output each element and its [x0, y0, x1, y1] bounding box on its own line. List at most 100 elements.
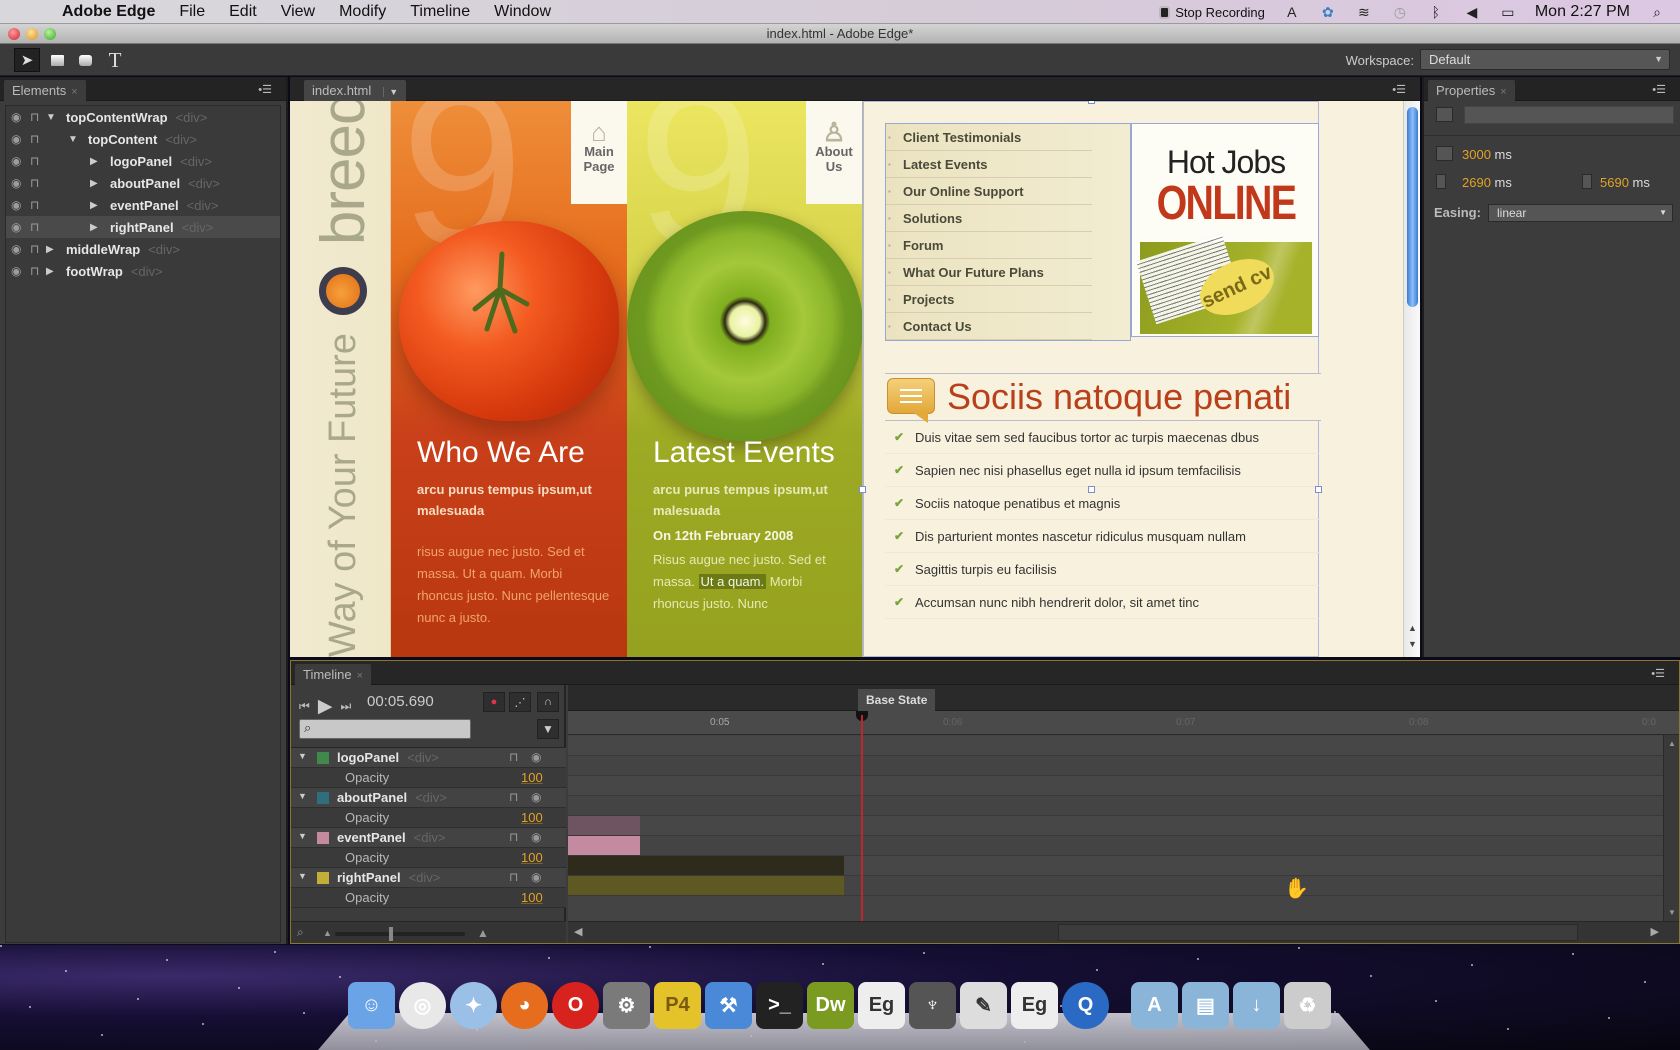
- dock-app-documents-icon[interactable]: ▤: [1182, 982, 1229, 1029]
- dock-app-edge-icon[interactable]: Eg: [1011, 982, 1058, 1029]
- element-row-middleWrap[interactable]: ◉ ⊓ ▶ middleWrap <div>: [6, 238, 280, 260]
- main-page-nav-button[interactable]: ⌂ Main Page: [571, 101, 627, 204]
- time-ruler[interactable]: 0:05 0:06 0:07 0:08 0:0: [568, 711, 1679, 735]
- timeline-vertical-scrollbar[interactable]: ▲ ▼: [1663, 735, 1679, 921]
- expand-right-triangle-icon[interactable]: ▶: [90, 222, 98, 233]
- about-us-nav-button[interactable]: ♙ About Us: [806, 101, 862, 204]
- chevron-down-icon[interactable]: ▼: [383, 87, 399, 97]
- lock-icon[interactable]: ⊓: [509, 750, 518, 764]
- property-value[interactable]: 100: [521, 770, 543, 785]
- property-value[interactable]: 100: [521, 890, 543, 905]
- visibility-eye-icon[interactable]: ◉: [531, 830, 541, 844]
- event-panel[interactable]: 9 ♙ About Us Latest Events arcu purus te…: [627, 101, 863, 657]
- scroll-up-arrow-icon[interactable]: ▲: [1668, 739, 1676, 748]
- opacity-transition-bar[interactable]: [568, 876, 844, 895]
- end-time-value[interactable]: 5690: [1600, 175, 1629, 190]
- lock-icon[interactable]: ⊓: [30, 198, 39, 212]
- timeline-property-row[interactable]: Opacity 100: [291, 848, 566, 868]
- base-state-button[interactable]: Base State: [858, 689, 936, 711]
- scroll-up-arrow-icon[interactable]: ▲: [1408, 623, 1417, 633]
- expand-right-triangle-icon[interactable]: ▶: [46, 244, 54, 255]
- element-row-rightPanel[interactable]: ◉ ⊓ ▶ rightPanel <div>: [6, 216, 280, 238]
- zoom-slider[interactable]: [335, 932, 465, 936]
- menu-file[interactable]: File: [179, 3, 205, 21]
- transition-bar[interactable]: [568, 856, 844, 875]
- timeline-element-row-rightPanel[interactable]: ▼ rightPanel <div> ⊓ ◉: [291, 868, 566, 888]
- stage[interactable]: Way of Your Future breed 9 ⌂ Main Page W…: [290, 101, 1420, 657]
- current-time-display[interactable]: 00:05.690: [367, 693, 434, 710]
- timeline-track[interactable]: [568, 736, 1679, 756]
- adobe-icon[interactable]: A: [1283, 4, 1301, 20]
- timeline-track[interactable]: [568, 856, 1679, 876]
- minimize-window-button[interactable]: [26, 28, 38, 40]
- visibility-eye-icon[interactable]: ◉: [531, 790, 541, 804]
- dock-app-downloads-icon[interactable]: ↓: [1233, 982, 1280, 1029]
- timeline-property-track[interactable]: [568, 876, 1679, 896]
- scroll-left-arrow-icon[interactable]: ◀: [574, 925, 582, 938]
- lock-icon[interactable]: ⊓: [509, 830, 518, 844]
- expand-down-triangle-icon[interactable]: ▼: [298, 831, 307, 841]
- zoom-icon[interactable]: ⌕: [297, 925, 304, 940]
- dock-app-instruments-icon[interactable]: ♆: [909, 982, 956, 1029]
- dock-app-p4-icon[interactable]: P4: [654, 982, 701, 1029]
- expand-down-triangle-icon[interactable]: ▼: [46, 112, 56, 123]
- element-row-eventPanel[interactable]: ◉ ⊓ ▶ eventPanel <div>: [6, 194, 280, 216]
- battery-icon[interactable]: ▭: [1499, 4, 1517, 20]
- close-tab-icon[interactable]: ×: [71, 86, 77, 98]
- dock-app-xcode-icon[interactable]: ⚒: [705, 982, 752, 1029]
- expand-down-triangle-icon[interactable]: ▼: [298, 791, 307, 801]
- text-tool-button[interactable]: T: [102, 48, 128, 72]
- lock-icon[interactable]: ⊓: [30, 242, 39, 256]
- menu-modify[interactable]: Modify: [339, 3, 386, 21]
- element-row-topContent[interactable]: ◉ ⊓ ▼ topContent <div>: [6, 128, 280, 150]
- site-nav-link[interactable]: ▪ Client Testimonials: [886, 124, 1092, 151]
- sync-icon[interactable]: ✿: [1319, 4, 1337, 20]
- timeline-element-row-eventPanel[interactable]: ▼ eventPanel <div> ⊓ ◉: [291, 828, 566, 848]
- resize-handle[interactable]: [1315, 486, 1322, 493]
- dock-app-preview-icon[interactable]: ✎: [960, 982, 1007, 1029]
- visibility-eye-icon[interactable]: ◉: [11, 220, 21, 234]
- site-nav-link[interactable]: ▪ Latest Events: [886, 151, 1092, 178]
- element-row-aboutPanel[interactable]: ◉ ⊓ ▶ aboutPanel <div>: [6, 172, 280, 194]
- spotlight-search-icon[interactable]: ⌕: [1648, 4, 1666, 20]
- lock-icon[interactable]: ⊓: [30, 264, 39, 278]
- panel-menu-icon[interactable]: •☰: [1652, 83, 1666, 96]
- timeline-tracks-area[interactable]: Base State 0:05 0:06 0:07 0:08 0:0 ▲ ▼ ◀…: [568, 685, 1679, 943]
- selection-tool-button[interactable]: ➤: [14, 48, 40, 72]
- visibility-eye-icon[interactable]: ◉: [11, 154, 21, 168]
- scroll-thumb[interactable]: [1058, 924, 1578, 941]
- dock-app-firefox-icon[interactable]: ◕: [501, 982, 548, 1029]
- transition-bar[interactable]: [568, 816, 640, 835]
- dock-app-dreamweaver-icon[interactable]: Dw: [807, 982, 854, 1029]
- menu-app-name[interactable]: Adobe Edge: [62, 3, 155, 21]
- easing-select[interactable]: linear ▼: [1488, 204, 1673, 222]
- visibility-eye-icon[interactable]: ◉: [11, 110, 21, 124]
- timeline-track[interactable]: [568, 776, 1679, 796]
- menu-window[interactable]: Window: [494, 3, 551, 21]
- close-tab-icon[interactable]: ×: [357, 670, 363, 682]
- resize-handle[interactable]: [1088, 486, 1095, 493]
- property-value[interactable]: 100: [521, 810, 543, 825]
- resize-handle[interactable]: [1088, 101, 1095, 104]
- stop-recording-button[interactable]: Stop Recording: [1159, 5, 1265, 20]
- tab-properties[interactable]: Properties ×: [1428, 80, 1515, 101]
- dock-app-quicktime-icon[interactable]: Q: [1062, 982, 1109, 1029]
- menu-view[interactable]: View: [281, 3, 315, 21]
- zoom-slider-handle[interactable]: [389, 927, 393, 941]
- scroll-thumb[interactable]: [1407, 107, 1418, 307]
- timeline-property-row[interactable]: Opacity 100: [291, 808, 566, 828]
- panel-menu-icon[interactable]: •☰: [1392, 83, 1406, 96]
- dock-app-finder-icon[interactable]: ☺: [348, 982, 395, 1029]
- wifi-icon[interactable]: ≋: [1355, 4, 1373, 20]
- site-nav-link[interactable]: ▪ Contact Us: [886, 313, 1092, 340]
- close-window-button[interactable]: [8, 28, 20, 40]
- zoom-window-button[interactable]: [44, 28, 56, 40]
- site-nav-link[interactable]: ▪ Forum: [886, 232, 1092, 259]
- lock-icon[interactable]: ⊓: [509, 870, 518, 884]
- dock-app-system-preferences-icon[interactable]: ⚙: [603, 982, 650, 1029]
- playhead[interactable]: [861, 715, 863, 927]
- expand-down-triangle-icon[interactable]: ▼: [298, 871, 307, 881]
- lock-icon[interactable]: ⊓: [30, 132, 39, 146]
- timeline-horizontal-scrollbar[interactable]: ◀ ▶: [568, 921, 1679, 943]
- visibility-eye-icon[interactable]: ◉: [11, 198, 21, 212]
